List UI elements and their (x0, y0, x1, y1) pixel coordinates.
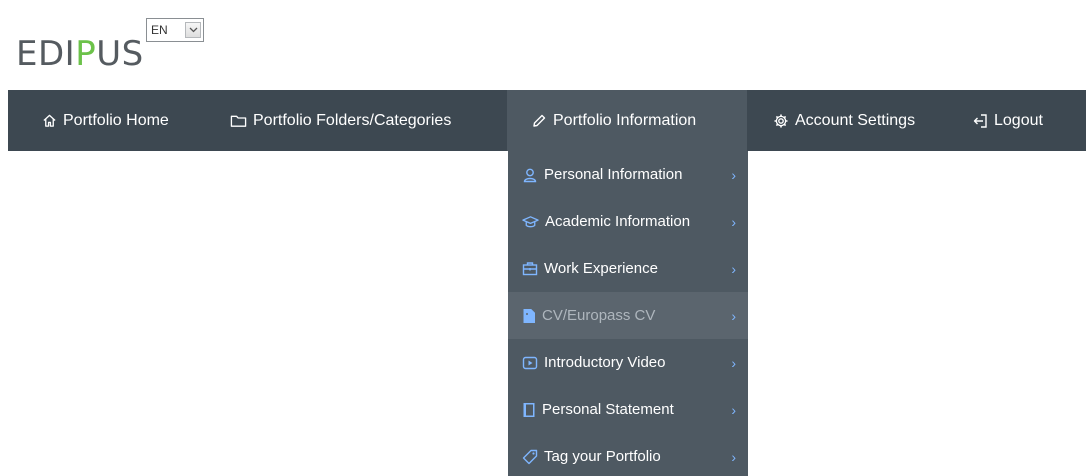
portfolio-information-dropdown: Personal Information › Academic Informat… (508, 151, 748, 476)
chevron-down-icon[interactable] (185, 22, 201, 38)
nav-label: Portfolio Information (553, 111, 697, 129)
menu-item-cv-europass[interactable]: CV/Europass CV › (508, 292, 748, 339)
graduation-cap-icon (522, 215, 539, 229)
tag-icon (522, 449, 538, 465)
logo-accent: P (75, 34, 97, 74)
menu-item-personal-information[interactable]: Personal Information › (508, 151, 748, 198)
menu-item-label: Academic Information (545, 213, 691, 230)
nav-label: Account Settings (795, 111, 916, 129)
user-icon (522, 167, 538, 183)
nav-portfolio-folders[interactable]: Portfolio Folders/Categories (204, 90, 507, 151)
page: EDIPUS EN Portfolio Home Portfolio Folde… (0, 0, 1086, 476)
logo[interactable]: EDIPUS (16, 34, 144, 74)
menu-item-label: Introductory Video (544, 354, 666, 371)
chevron-right-icon: › (731, 448, 736, 465)
chevron-right-icon: › (731, 401, 736, 418)
chevron-right-icon: › (731, 166, 736, 183)
language-select[interactable]: EN (146, 18, 204, 42)
chevron-right-icon: › (731, 213, 736, 230)
chevron-right-icon: › (731, 307, 736, 324)
main-nav: Portfolio Home Portfolio Folders/Categor… (8, 90, 1086, 151)
menu-item-label: Personal Statement (542, 401, 674, 418)
menu-item-work-experience[interactable]: Work Experience › (508, 245, 748, 292)
home-icon (42, 113, 57, 128)
nav-account-settings[interactable]: Account Settings (747, 90, 937, 151)
folder-icon (230, 114, 247, 128)
chevron-right-icon: › (731, 260, 736, 277)
language-value: EN (151, 23, 168, 37)
document-icon (522, 308, 536, 324)
gear-icon (773, 113, 789, 129)
menu-item-academic-information[interactable]: Academic Information › (508, 198, 748, 245)
nav-label: Logout (994, 111, 1043, 129)
nav-portfolio-home[interactable]: Portfolio Home (8, 90, 204, 151)
nav-label: Portfolio Home (63, 111, 169, 129)
logo-prefix: EDI (16, 34, 76, 74)
nav-label: Portfolio Folders/Categories (253, 111, 452, 129)
video-icon (522, 356, 538, 370)
menu-item-label: Personal Information (544, 166, 683, 183)
menu-item-personal-statement[interactable]: Personal Statement › (508, 386, 748, 433)
pencil-icon (531, 113, 547, 129)
menu-item-label: Tag your Portfolio (544, 448, 661, 465)
menu-item-introductory-video[interactable]: Introductory Video › (508, 339, 748, 386)
chevron-right-icon: › (731, 354, 736, 371)
logo-suffix: US (96, 34, 144, 74)
briefcase-icon (522, 261, 538, 276)
menu-item-label: Work Experience (544, 260, 658, 277)
logout-icon (972, 113, 988, 129)
nav-logout[interactable]: Logout (937, 90, 1086, 151)
menu-item-label: CV/Europass CV (542, 307, 656, 324)
book-icon (522, 402, 536, 418)
nav-portfolio-information[interactable]: Portfolio Information (507, 90, 747, 151)
menu-item-tag-portfolio[interactable]: Tag your Portfolio › (508, 433, 748, 476)
